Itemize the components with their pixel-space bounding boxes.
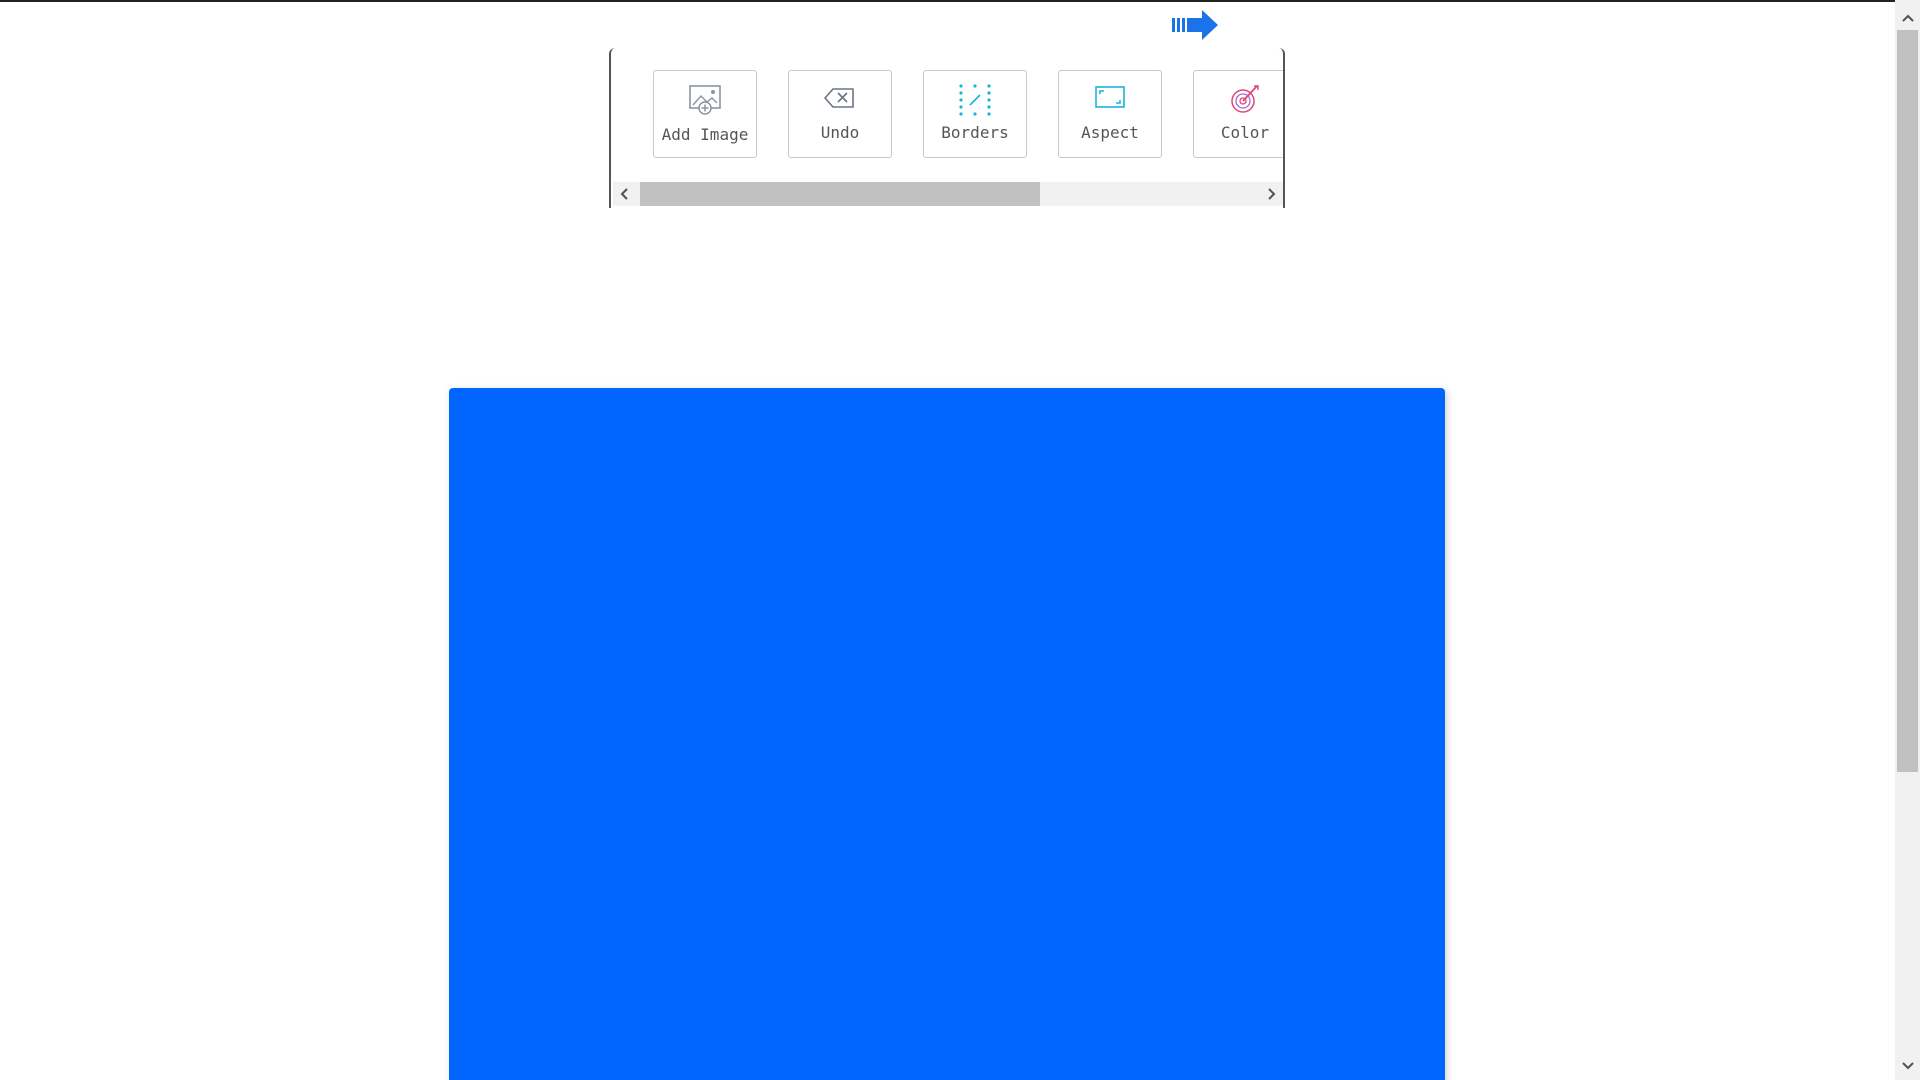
top-border (0, 0, 1920, 2)
color-button[interactable]: Color (1193, 70, 1283, 158)
undo-button[interactable]: Undo (788, 70, 892, 158)
scroll-left-button[interactable] (613, 182, 637, 206)
aspect-label: Aspect (1081, 123, 1139, 142)
page: Add Image Undo Borders Aspect Color (0, 0, 1920, 1080)
borders-button[interactable]: Borders (923, 70, 1027, 158)
add-image-label: Add Image (661, 125, 749, 144)
color-label: Color (1220, 123, 1270, 142)
chevron-up-icon (1901, 14, 1914, 22)
scroll-up-button[interactable] (1895, 4, 1920, 32)
vertical-scroll-thumb[interactable] (1897, 30, 1918, 772)
undo-icon (824, 88, 854, 108)
chevron-down-icon (1901, 1062, 1914, 1070)
next-arrow-icon (1172, 10, 1218, 40)
horizontal-scroll-thumb[interactable] (640, 182, 1040, 206)
undo-label: Undo (820, 123, 860, 142)
next-arrow-button[interactable] (1170, 8, 1222, 42)
color-icon (1231, 85, 1259, 113)
toolbar-horizontal-scrollbar[interactable] (613, 182, 1283, 206)
chevron-left-icon (620, 188, 628, 200)
aspect-icon (1095, 86, 1125, 108)
page-vertical-scrollbar[interactable] (1895, 0, 1920, 1080)
toolbar: Add Image Undo Borders Aspect Color (609, 48, 1285, 208)
borders-label: Borders (941, 123, 1009, 142)
add-image-icon (689, 85, 721, 115)
canvas[interactable] (449, 388, 1445, 1080)
chevron-right-icon (1268, 188, 1276, 200)
scroll-right-button[interactable] (1259, 182, 1283, 206)
add-image-button[interactable]: Add Image (653, 70, 757, 158)
borders-icon (959, 84, 991, 116)
scroll-down-button[interactable] (1895, 1052, 1920, 1080)
aspect-button[interactable]: Aspect (1058, 70, 1162, 158)
toolbar-viewport: Add Image Undo Borders Aspect Color (613, 48, 1283, 182)
